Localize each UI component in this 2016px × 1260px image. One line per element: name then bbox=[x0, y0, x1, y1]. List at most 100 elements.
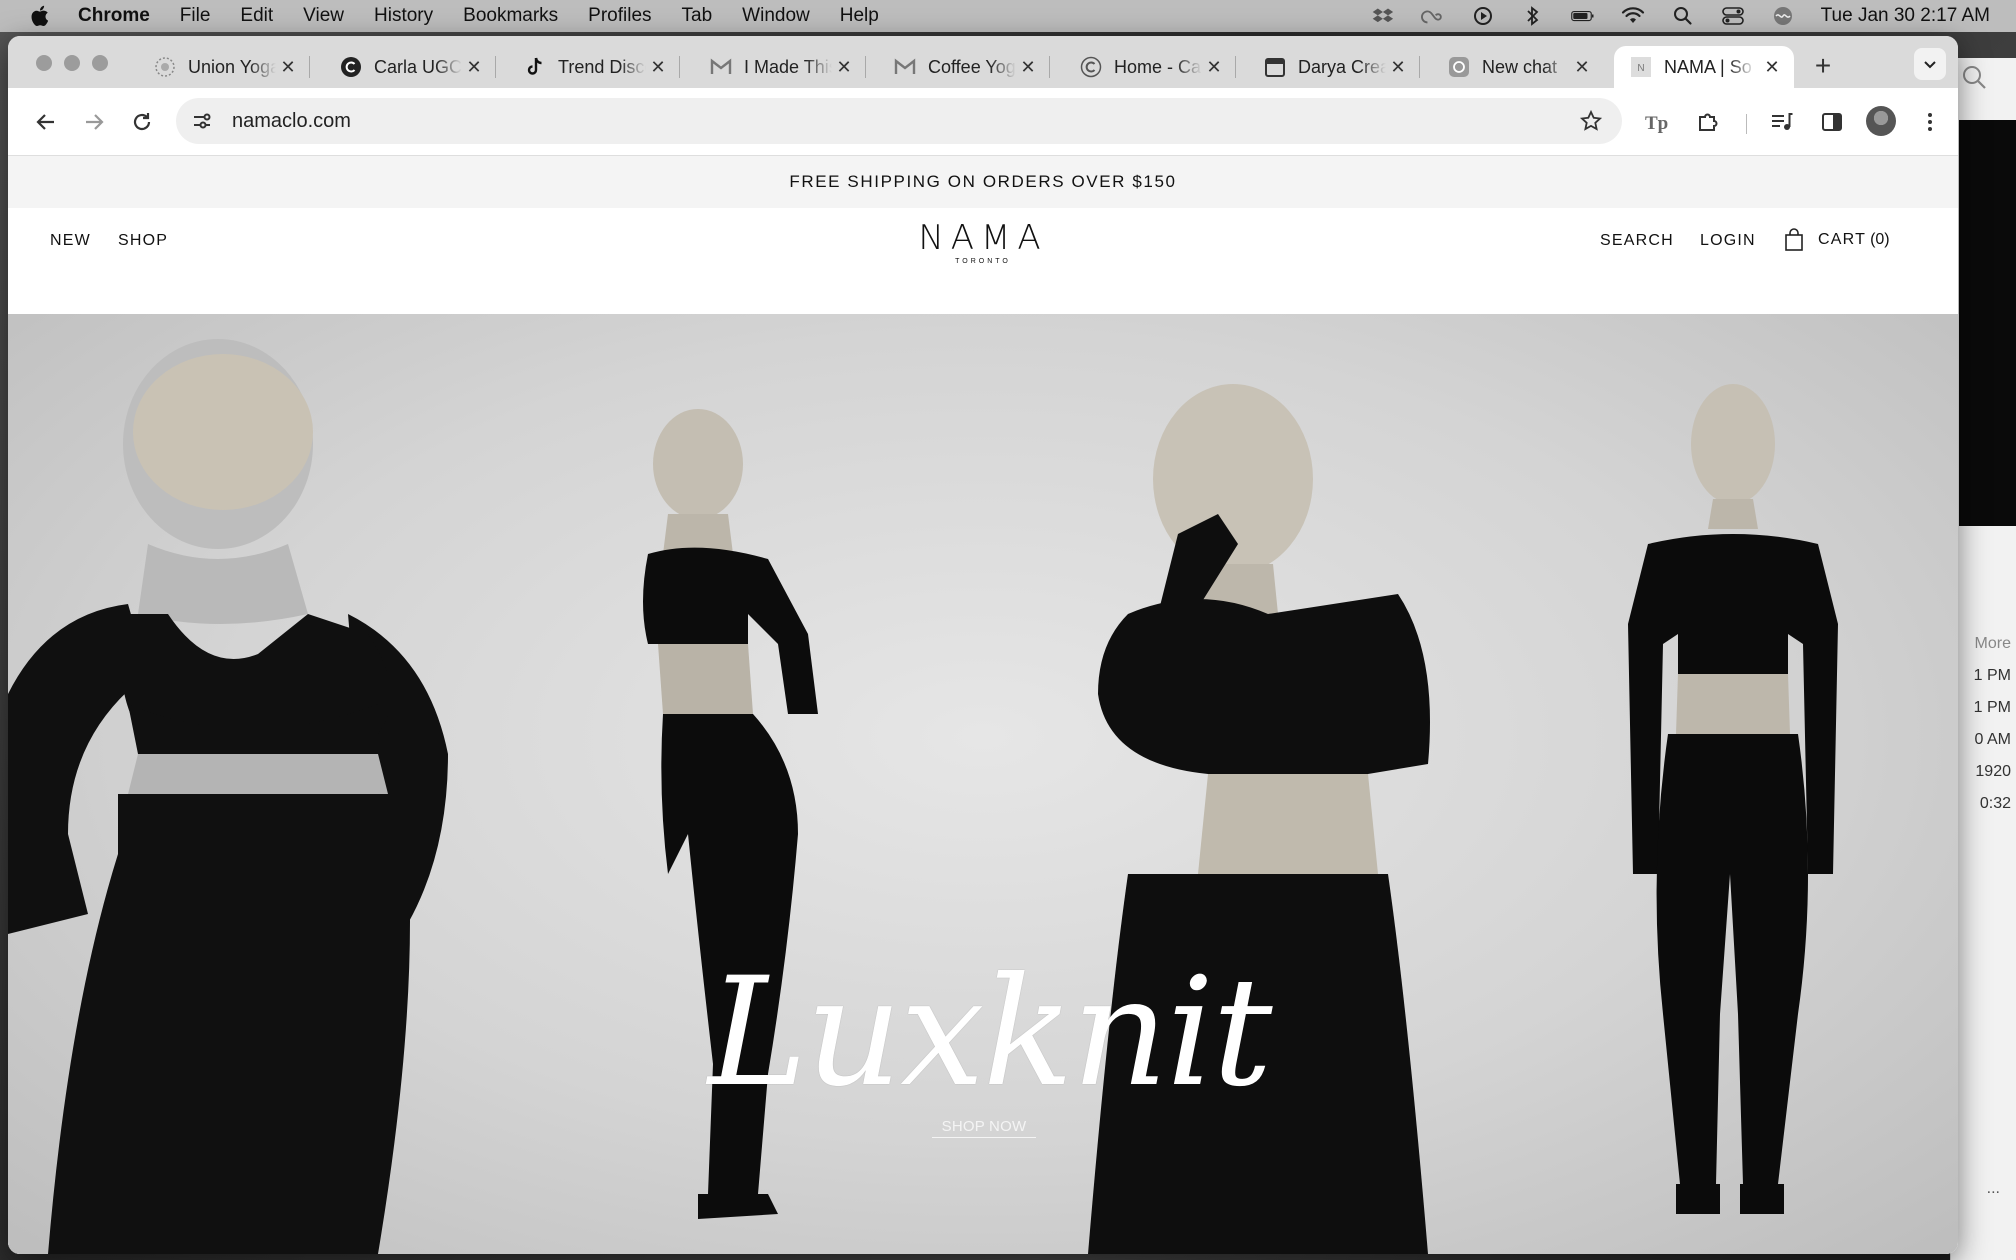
new-tab-button[interactable]: + bbox=[1806, 50, 1840, 84]
apple-menu-icon[interactable] bbox=[26, 5, 52, 27]
close-icon[interactable]: ✕ bbox=[464, 57, 484, 77]
tab-title: Home - Ca bbox=[1114, 56, 1202, 77]
siri-icon[interactable] bbox=[1771, 6, 1795, 26]
close-icon[interactable]: ✕ bbox=[1204, 57, 1224, 77]
shop-now-link[interactable]: SHOP NOW bbox=[932, 1118, 1036, 1138]
close-icon[interactable]: ✕ bbox=[648, 57, 668, 77]
creative-cloud-icon[interactable] bbox=[1420, 6, 1445, 26]
tab-search-button[interactable] bbox=[1914, 48, 1946, 80]
cart-link[interactable]: CART (0) bbox=[1784, 228, 1890, 252]
menubar-clock[interactable]: Tue Jan 30 2:17 AM bbox=[1821, 5, 1990, 27]
zoom-window-button[interactable] bbox=[92, 55, 108, 71]
minimize-window-button[interactable] bbox=[64, 55, 80, 71]
tab-nama[interactable]: N NAMA | So ✕ bbox=[1614, 46, 1794, 88]
more-link[interactable]: More bbox=[1951, 628, 2016, 660]
side-list: More 1 PM 1 PM 0 AM 1920 0:32 bbox=[1951, 628, 2016, 820]
menu-help[interactable]: Help bbox=[840, 5, 879, 27]
menu-history[interactable]: History bbox=[374, 5, 433, 27]
close-icon[interactable]: ✕ bbox=[834, 57, 854, 77]
menu-view[interactable]: View bbox=[303, 5, 344, 27]
spotlight-icon[interactable] bbox=[1671, 6, 1695, 26]
ellipsis-text: ... bbox=[1986, 1180, 2000, 1197]
nav-search[interactable]: SEARCH bbox=[1600, 232, 1674, 250]
tab-coffee-yoga[interactable]: Coffee Yoga ✕ bbox=[878, 46, 1050, 88]
close-window-button[interactable] bbox=[36, 55, 52, 71]
back-button[interactable] bbox=[30, 106, 62, 138]
macos-menu-bar: Chrome File Edit View History Bookmarks … bbox=[0, 0, 2016, 32]
dropbox-icon[interactable] bbox=[1371, 6, 1395, 26]
extensions-puzzle-icon[interactable] bbox=[1692, 106, 1724, 138]
nav-login[interactable]: LOGIN bbox=[1700, 232, 1756, 250]
hero-banner[interactable]: Luxknit SHOP NOW bbox=[8, 314, 1958, 1254]
menu-edit[interactable]: Edit bbox=[240, 5, 273, 27]
web-page: FREE SHIPPING ON ORDERS OVER $150 NEW SH… bbox=[8, 156, 1958, 1254]
svg-text:N: N bbox=[1637, 63, 1644, 74]
battery-icon[interactable] bbox=[1570, 6, 1595, 26]
search-icon[interactable] bbox=[1959, 62, 1989, 92]
menubar-status-area: Tue Jan 30 2:17 AM bbox=[1371, 0, 1990, 32]
chrome-window: Union Yoga ✕ Carla UGC ✕ Trend Discovery… bbox=[8, 36, 1958, 1254]
tab-title: I Made This bbox=[744, 56, 832, 77]
close-icon[interactable]: ✕ bbox=[1388, 57, 1408, 77]
tp-extension-icon[interactable]: Tp bbox=[1642, 106, 1674, 138]
nama-favicon: N bbox=[1630, 56, 1652, 78]
close-icon[interactable]: ✕ bbox=[1762, 57, 1782, 77]
media-controls-icon[interactable] bbox=[1766, 106, 1798, 138]
side-panel-icon[interactable] bbox=[1816, 106, 1848, 138]
tab-carla-ugc[interactable]: Carla UGC ✕ bbox=[324, 46, 496, 88]
hero-title: Luxknit bbox=[708, 946, 1273, 1120]
menu-app-name[interactable]: Chrome bbox=[78, 5, 150, 27]
tab-title: Trend Discovery bbox=[558, 56, 646, 77]
shopping-bag-icon bbox=[1784, 228, 1804, 252]
profile-avatar[interactable] bbox=[1866, 106, 1896, 136]
dark-preview-panel bbox=[1959, 120, 2016, 526]
play-icon[interactable] bbox=[1471, 6, 1495, 26]
tab-new-chat[interactable]: New chat ✕ bbox=[1432, 46, 1604, 88]
tiktok-favicon bbox=[524, 56, 546, 78]
tab-i-made-this[interactable]: I Made This ✕ bbox=[694, 46, 866, 88]
chrome-menu-icon[interactable] bbox=[1914, 106, 1946, 138]
model-figure bbox=[1088, 384, 1430, 1254]
close-icon[interactable]: ✕ bbox=[278, 57, 298, 77]
tab-title: New chat bbox=[1482, 56, 1558, 77]
url-text[interactable]: namaclo.com bbox=[232, 110, 351, 133]
menu-profiles[interactable]: Profiles bbox=[588, 5, 651, 27]
background-window: More 1 PM 1 PM 0 AM 1920 0:32 ... bbox=[1950, 58, 2016, 1260]
close-icon[interactable]: ✕ bbox=[1572, 57, 1592, 77]
c-circle-favicon bbox=[340, 56, 362, 78]
bluetooth-icon[interactable] bbox=[1521, 6, 1545, 26]
nav-new[interactable]: NEW bbox=[50, 232, 91, 250]
wifi-icon[interactable] bbox=[1621, 6, 1645, 26]
bookmark-star-icon[interactable] bbox=[1576, 106, 1606, 136]
tab-union-yoga[interactable]: Union Yoga ✕ bbox=[138, 46, 310, 88]
list-item: 1 PM bbox=[1973, 699, 2011, 716]
reload-button[interactable] bbox=[126, 106, 158, 138]
tab-separator bbox=[1419, 56, 1420, 78]
union-yoga-favicon bbox=[154, 56, 176, 78]
logo-subtitle: TORONTO bbox=[955, 258, 1011, 265]
tab-title: NAMA | So bbox=[1664, 56, 1752, 77]
address-bar[interactable]: namaclo.com bbox=[176, 98, 1622, 144]
forward-button[interactable] bbox=[78, 106, 110, 138]
close-icon[interactable]: ✕ bbox=[1018, 57, 1038, 77]
menu-tab[interactable]: Tab bbox=[682, 5, 713, 27]
tab-trend-discovery[interactable]: Trend Discovery ✕ bbox=[508, 46, 680, 88]
tab-home[interactable]: Home - Ca ✕ bbox=[1064, 46, 1236, 88]
nav-shop[interactable]: SHOP bbox=[118, 232, 168, 250]
toolbar-divider bbox=[1746, 114, 1747, 134]
site-logo[interactable]: NAMA TORONTO bbox=[910, 220, 1056, 265]
site-info-icon[interactable] bbox=[182, 101, 222, 141]
tab-title: Coffee Yoga bbox=[928, 56, 1016, 77]
menu-file[interactable]: File bbox=[180, 5, 211, 27]
svg-text:Tp: Tp bbox=[1645, 113, 1668, 133]
menu-window[interactable]: Window bbox=[742, 5, 810, 27]
list-item: 0 AM bbox=[1974, 731, 2011, 748]
gmail-favicon bbox=[894, 56, 916, 78]
tab-separator bbox=[679, 56, 680, 78]
list-item: 1920 bbox=[1975, 763, 2011, 780]
control-center-icon[interactable] bbox=[1721, 6, 1745, 26]
tab-separator bbox=[865, 56, 866, 78]
tab-darya-creates[interactable]: Darya Creates ✕ bbox=[1248, 46, 1420, 88]
site-header: NEW SHOP NAMA TORONTO SEARCH LOGIN CART … bbox=[8, 208, 1958, 278]
menu-bookmarks[interactable]: Bookmarks bbox=[463, 5, 558, 27]
